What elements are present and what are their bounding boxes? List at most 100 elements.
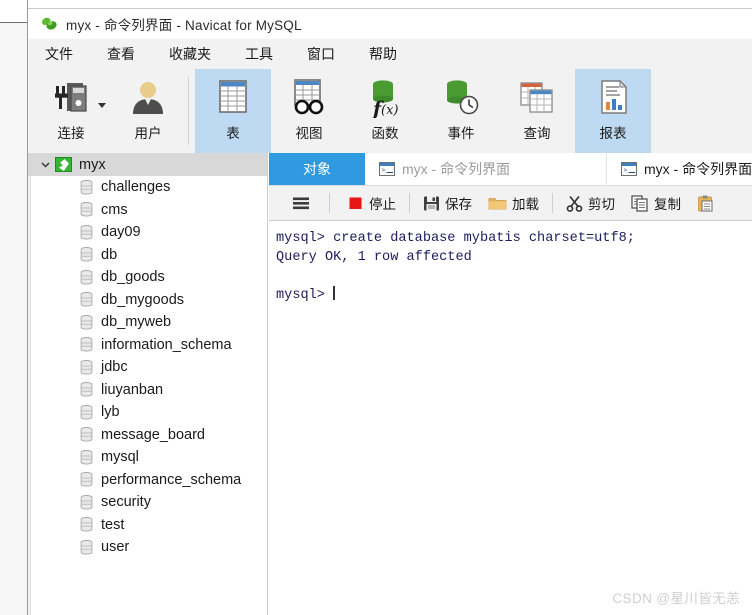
- tab-command-line-2-label: myx - 命令列界面: [644, 161, 752, 177]
- tree-item-label: db_goods: [101, 269, 165, 286]
- cut-label: 剪切: [588, 197, 615, 212]
- ribbon-button-view[interactable]: 视图: [271, 69, 347, 153]
- ribbon-button-report[interactable]: 报表: [575, 69, 651, 153]
- navicat-main-window: myx - 命令列界面 - Navicat for MySQL 文件 查看 收藏…: [28, 8, 752, 615]
- tree-item-label: jdbc: [101, 359, 128, 376]
- ribbon-label-function: 函数: [371, 126, 399, 141]
- tree-item-database[interactable]: day09: [28, 221, 267, 244]
- console-menu-button[interactable]: [287, 190, 315, 216]
- tree-item-label: db: [101, 246, 118, 263]
- ribbon-button-query[interactable]: 查询: [499, 69, 575, 153]
- database-icon: [80, 539, 93, 555]
- load-button[interactable]: 加载: [484, 190, 543, 216]
- content-pane: 对象 >_ myx - 命令列界面 >_ myx - 命令列界面 停止 保存 加…: [269, 153, 752, 615]
- tree-item-database[interactable]: db_myweb: [28, 311, 267, 334]
- cut-button[interactable]: 剪切: [562, 190, 619, 216]
- tree-item-label: lyb: [101, 404, 120, 421]
- tree-item-database[interactable]: security: [28, 491, 267, 514]
- ribbon-button-table[interactable]: 表: [195, 69, 271, 153]
- window-title: myx - 命令列界面 - Navicat for MySQL: [66, 18, 302, 33]
- menu-favorites[interactable]: 收藏夹: [152, 41, 228, 67]
- menu-help[interactable]: 帮助: [352, 41, 414, 67]
- database-icon: [80, 382, 93, 397]
- terminal-prompt-line: mysql>: [276, 286, 752, 305]
- database-icon: [80, 472, 93, 487]
- title-bar: myx - 命令列界面 - Navicat for MySQL: [28, 9, 752, 39]
- tree-item-database[interactable]: lyb: [28, 401, 267, 424]
- terminal-prompt: mysql>: [276, 288, 334, 303]
- ribbon-button-event[interactable]: 事件: [423, 69, 499, 153]
- hamburger-menu-icon: [291, 195, 311, 211]
- tree-item-database[interactable]: db_goods: [28, 266, 267, 289]
- tree-item-database[interactable]: test: [28, 514, 267, 537]
- tab-command-line-1-label: myx - 命令列界面: [402, 161, 511, 177]
- ribbon-toolbar: 连接 用户 表 视图 f (x) 函数 事件 查询 报表: [28, 69, 752, 153]
- tree-root-label: myx: [79, 156, 106, 173]
- copy-button[interactable]: 复制: [627, 190, 685, 216]
- tab-bar: 对象 >_ myx - 命令列界面 >_ myx - 命令列界面: [269, 153, 752, 185]
- user-icon: [127, 77, 169, 119]
- menu-tools[interactable]: 工具: [228, 41, 290, 67]
- database-icon: [80, 292, 93, 307]
- copy-label: 复制: [654, 197, 681, 212]
- screen: myx - 命令列界面 - Navicat for MySQL 文件 查看 收藏…: [0, 0, 752, 615]
- tab-objects-label: 对象: [303, 161, 331, 177]
- table-icon: [213, 77, 253, 119]
- tab-objects[interactable]: 对象: [269, 153, 365, 185]
- save-button[interactable]: 保存: [419, 190, 476, 216]
- tree-item-database[interactable]: user: [28, 536, 267, 559]
- tree-item-database[interactable]: information_schema: [28, 334, 267, 357]
- database-icon: [80, 337, 93, 352]
- tree-item-label: db_mygoods: [101, 291, 185, 308]
- menu-file[interactable]: 文件: [28, 41, 90, 67]
- watermark: CSDN @星川皆无恙: [612, 591, 740, 606]
- ribbon-separator: [188, 77, 189, 145]
- ribbon-label-table: 表: [226, 126, 240, 141]
- chevron-down-icon[interactable]: [98, 103, 106, 108]
- database-icon: [80, 224, 93, 240]
- stop-button[interactable]: 停止: [344, 190, 400, 216]
- database-icon: [80, 449, 93, 465]
- tree-item-label: challenges: [101, 179, 171, 196]
- tree-item-database[interactable]: mysql: [28, 446, 267, 469]
- ribbon-button-connection[interactable]: 连接: [28, 69, 114, 153]
- tree-item-database[interactable]: liuyanban: [28, 379, 267, 402]
- tree-item-database[interactable]: cms: [28, 199, 267, 222]
- tree-item-label: liuyanban: [101, 381, 164, 398]
- terminal-line: mysql> create database mybatis charset=u…: [276, 231, 635, 246]
- ribbon-label-user: 用户: [134, 126, 162, 141]
- menu-window[interactable]: 窗口: [290, 41, 352, 67]
- console-icon: >_: [379, 162, 395, 176]
- paste-button[interactable]: [693, 190, 718, 216]
- query-icon: [516, 77, 558, 119]
- tree-item-label: information_schema: [101, 336, 232, 353]
- tree-item-database[interactable]: db: [28, 244, 267, 267]
- desktop-background-left-top: [0, 0, 27, 22]
- ribbon-button-function[interactable]: f (x) 函数: [347, 69, 423, 153]
- tab-command-line-2[interactable]: >_ myx - 命令列界面: [607, 153, 752, 185]
- chevron-down-icon[interactable]: [38, 158, 52, 172]
- tree-item-label: day09: [101, 224, 141, 241]
- text-cursor: [333, 286, 336, 300]
- ribbon-button-user[interactable]: 用户: [114, 69, 182, 153]
- menu-view[interactable]: 查看: [90, 41, 152, 67]
- database-icon: [80, 314, 93, 330]
- console-toolbar: 停止 保存 加载 剪切 复制: [269, 186, 752, 220]
- tab-command-line-1[interactable]: >_ myx - 命令列界面: [365, 153, 607, 185]
- database-icon: [80, 179, 93, 195]
- command-line-output[interactable]: mysql> create database mybatis charset=u…: [269, 220, 752, 615]
- tree-item-database[interactable]: challenges: [28, 176, 267, 199]
- tree-item-database[interactable]: jdbc: [28, 356, 267, 379]
- ribbon-label-report: 报表: [599, 126, 627, 141]
- tree-root-myx[interactable]: myx: [28, 153, 267, 176]
- tree-item-database[interactable]: message_board: [28, 424, 267, 447]
- tree-item-database[interactable]: performance_schema: [28, 469, 267, 492]
- database-icon: [80, 359, 93, 375]
- tree-item-database[interactable]: db_mygoods: [28, 289, 267, 312]
- database-icon: [80, 427, 93, 442]
- database-tree-sidebar[interactable]: myx challenges cms day09 db db_goods db_mygood…: [28, 153, 268, 615]
- navicat-logo-icon: [40, 15, 58, 33]
- database-icon: [80, 247, 93, 262]
- terminal-line: Query OK, 1 row affected: [276, 250, 472, 265]
